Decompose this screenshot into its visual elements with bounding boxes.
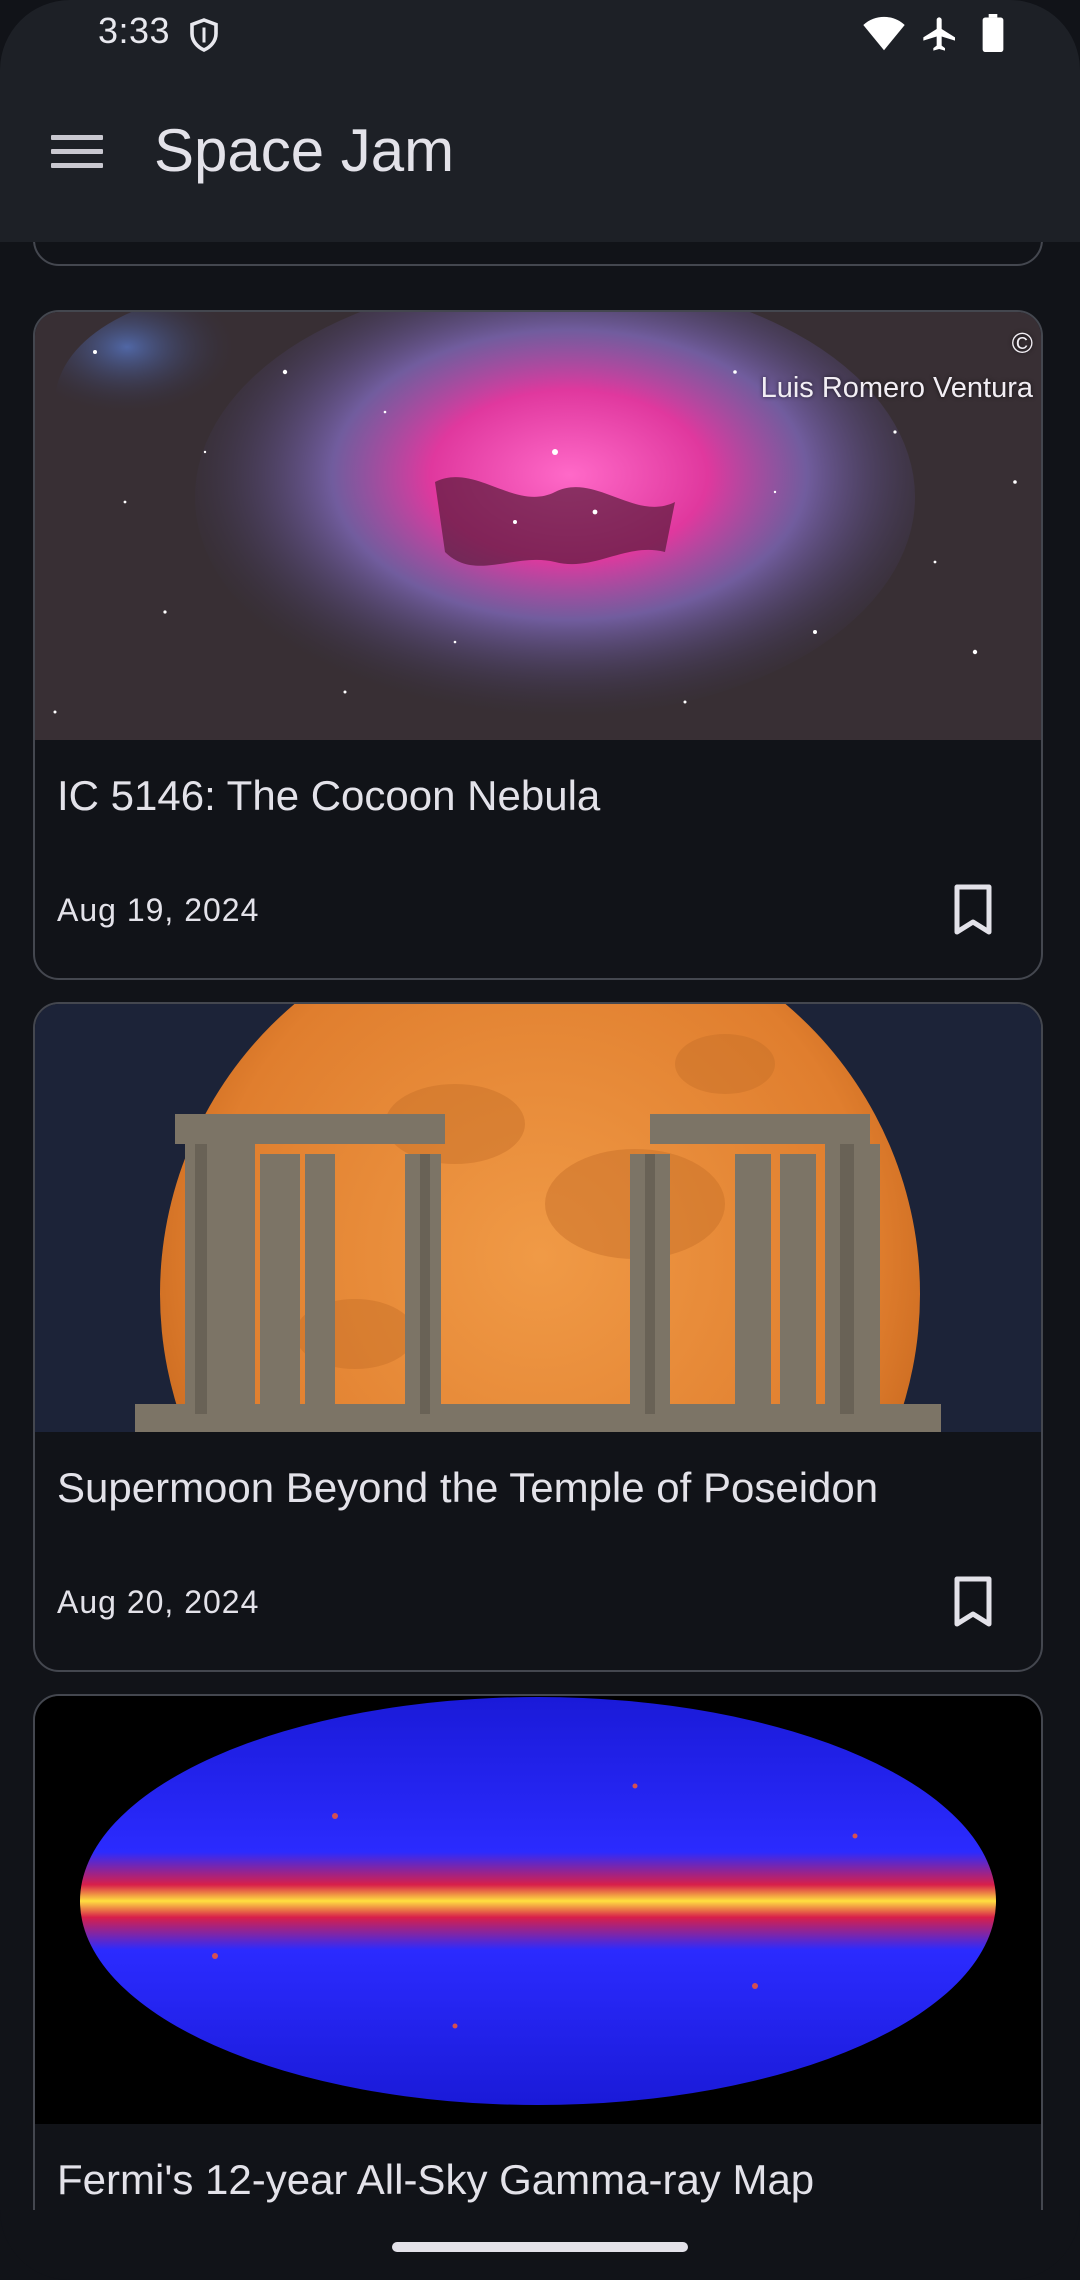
menu-icon — [51, 135, 103, 168]
shield-icon — [190, 18, 218, 52]
card-date: Aug 19, 2024 — [57, 892, 260, 928]
previous-card[interactable] — [33, 242, 1043, 266]
bookmark-button[interactable] — [935, 1564, 1011, 1640]
top-app-bar: Space Jam — [0, 66, 1080, 242]
supermoon-temple-image[interactable] — [35, 1004, 1041, 1432]
card-date: Aug 20, 2024 — [57, 1584, 260, 1620]
image-credit: © Luis Romero Ventura — [761, 322, 1033, 410]
credit-name: Luis Romero Ventura — [760, 372, 1033, 404]
status-time: 3:33 — [98, 10, 171, 51]
apod-card[interactable]: Fermi's 12-year All-Sky Gamma-ray Map — [33, 1694, 1043, 2210]
nebula-image[interactable]: © Luis Romero Ventura — [35, 312, 1041, 740]
card-title: Supermoon Beyond the Temple of Poseidon — [57, 1464, 879, 1511]
apod-card[interactable]: Supermoon Beyond the Temple of Poseidon … — [33, 1002, 1043, 1672]
copyright-symbol: © — [1011, 328, 1033, 360]
bookmark-icon — [954, 884, 992, 935]
screen: 3:33 Space Jam © Luis Romero Ventura IC … — [0, 0, 1080, 2280]
status-bar: 3:33 — [0, 0, 1080, 66]
app-title: Space Jam — [154, 117, 455, 184]
menu-button[interactable] — [40, 114, 114, 188]
wifi-icon — [863, 16, 905, 51]
airplane-icon — [923, 17, 955, 51]
apod-feed[interactable]: © Luis Romero Ventura IC 5146: The Cocoo… — [0, 242, 1080, 2210]
home-indicator[interactable] — [392, 2242, 688, 2252]
apod-card[interactable]: © Luis Romero Ventura IC 5146: The Cocoo… — [33, 310, 1043, 980]
bookmark-button[interactable] — [935, 872, 1011, 948]
card-title: Fermi's 12-year All-Sky Gamma-ray Map — [57, 2156, 815, 2203]
battery-icon — [982, 14, 1004, 52]
gamma-ray-map-image[interactable] — [35, 1696, 1041, 2124]
bookmark-icon — [954, 1576, 992, 1627]
card-title: IC 5146: The Cocoon Nebula — [57, 772, 601, 819]
